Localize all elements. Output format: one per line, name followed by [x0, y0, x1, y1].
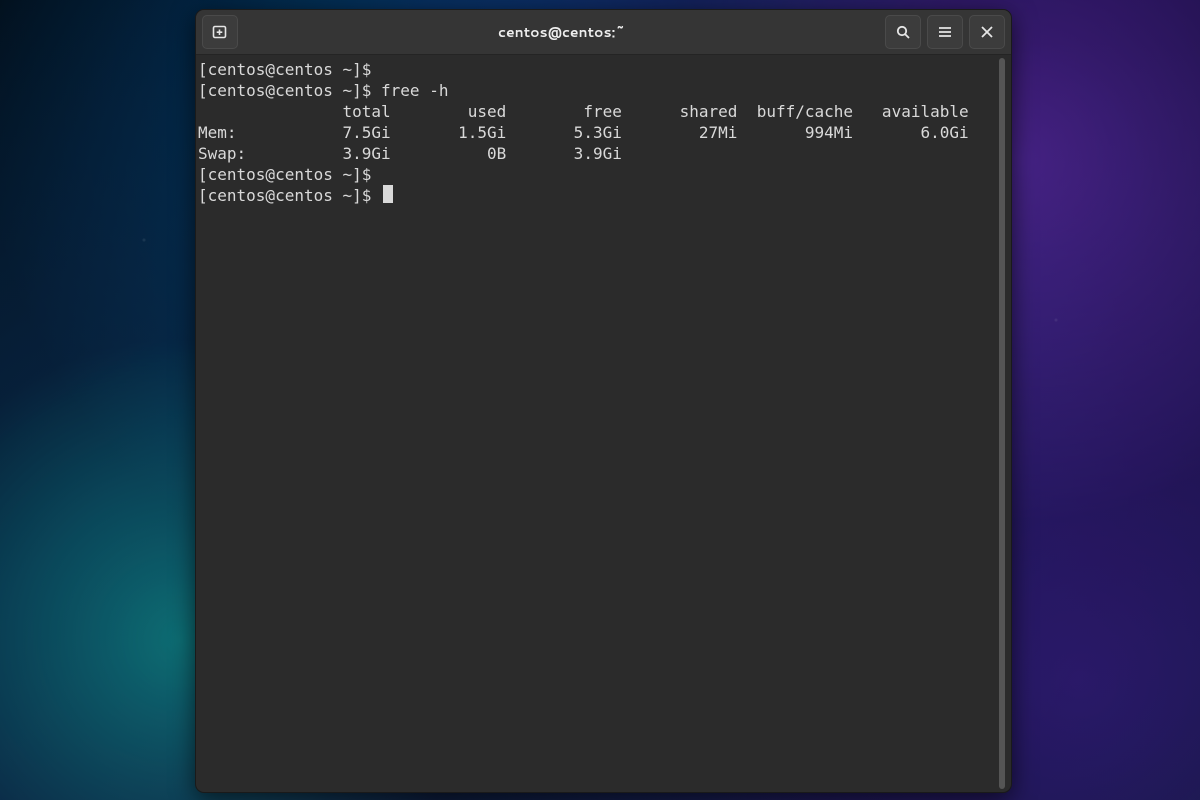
scrollbar[interactable]	[997, 55, 1011, 792]
terminal-output: [centos@centos ~]$ [centos@centos ~]$ fr…	[198, 59, 997, 206]
new-tab-icon	[211, 23, 229, 41]
hamburger-icon	[937, 24, 953, 40]
cursor-block	[383, 185, 393, 203]
window-title: centos@centos:~	[244, 22, 879, 42]
terminal-line: Mem: 7.5Gi 1.5Gi 5.3Gi 27Mi 994Mi 6.0Gi	[198, 123, 969, 142]
terminal-line: total used free shared buff/cache availa…	[198, 102, 969, 121]
search-button[interactable]	[885, 15, 921, 49]
new-tab-button[interactable]	[202, 15, 238, 49]
close-icon	[980, 25, 994, 39]
menu-button[interactable]	[927, 15, 963, 49]
terminal-line: [centos@centos ~]$	[198, 165, 381, 184]
scrollbar-thumb[interactable]	[999, 58, 1005, 789]
terminal-line: Swap: 3.9Gi 0B 3.9Gi	[198, 144, 622, 163]
terminal-line: [centos@centos ~]$ free -h	[198, 81, 448, 100]
terminal-line: [centos@centos ~]$	[198, 186, 381, 205]
titlebar: centos@centos:~	[196, 10, 1011, 55]
terminal-viewport[interactable]: [centos@centos ~]$ [centos@centos ~]$ fr…	[196, 55, 997, 792]
close-button[interactable]	[969, 15, 1005, 49]
terminal-body[interactable]: [centos@centos ~]$ [centos@centos ~]$ fr…	[196, 55, 1011, 792]
terminal-window: centos@centos:~	[195, 9, 1012, 793]
search-icon	[895, 24, 911, 40]
terminal-line: [centos@centos ~]$	[198, 60, 381, 79]
